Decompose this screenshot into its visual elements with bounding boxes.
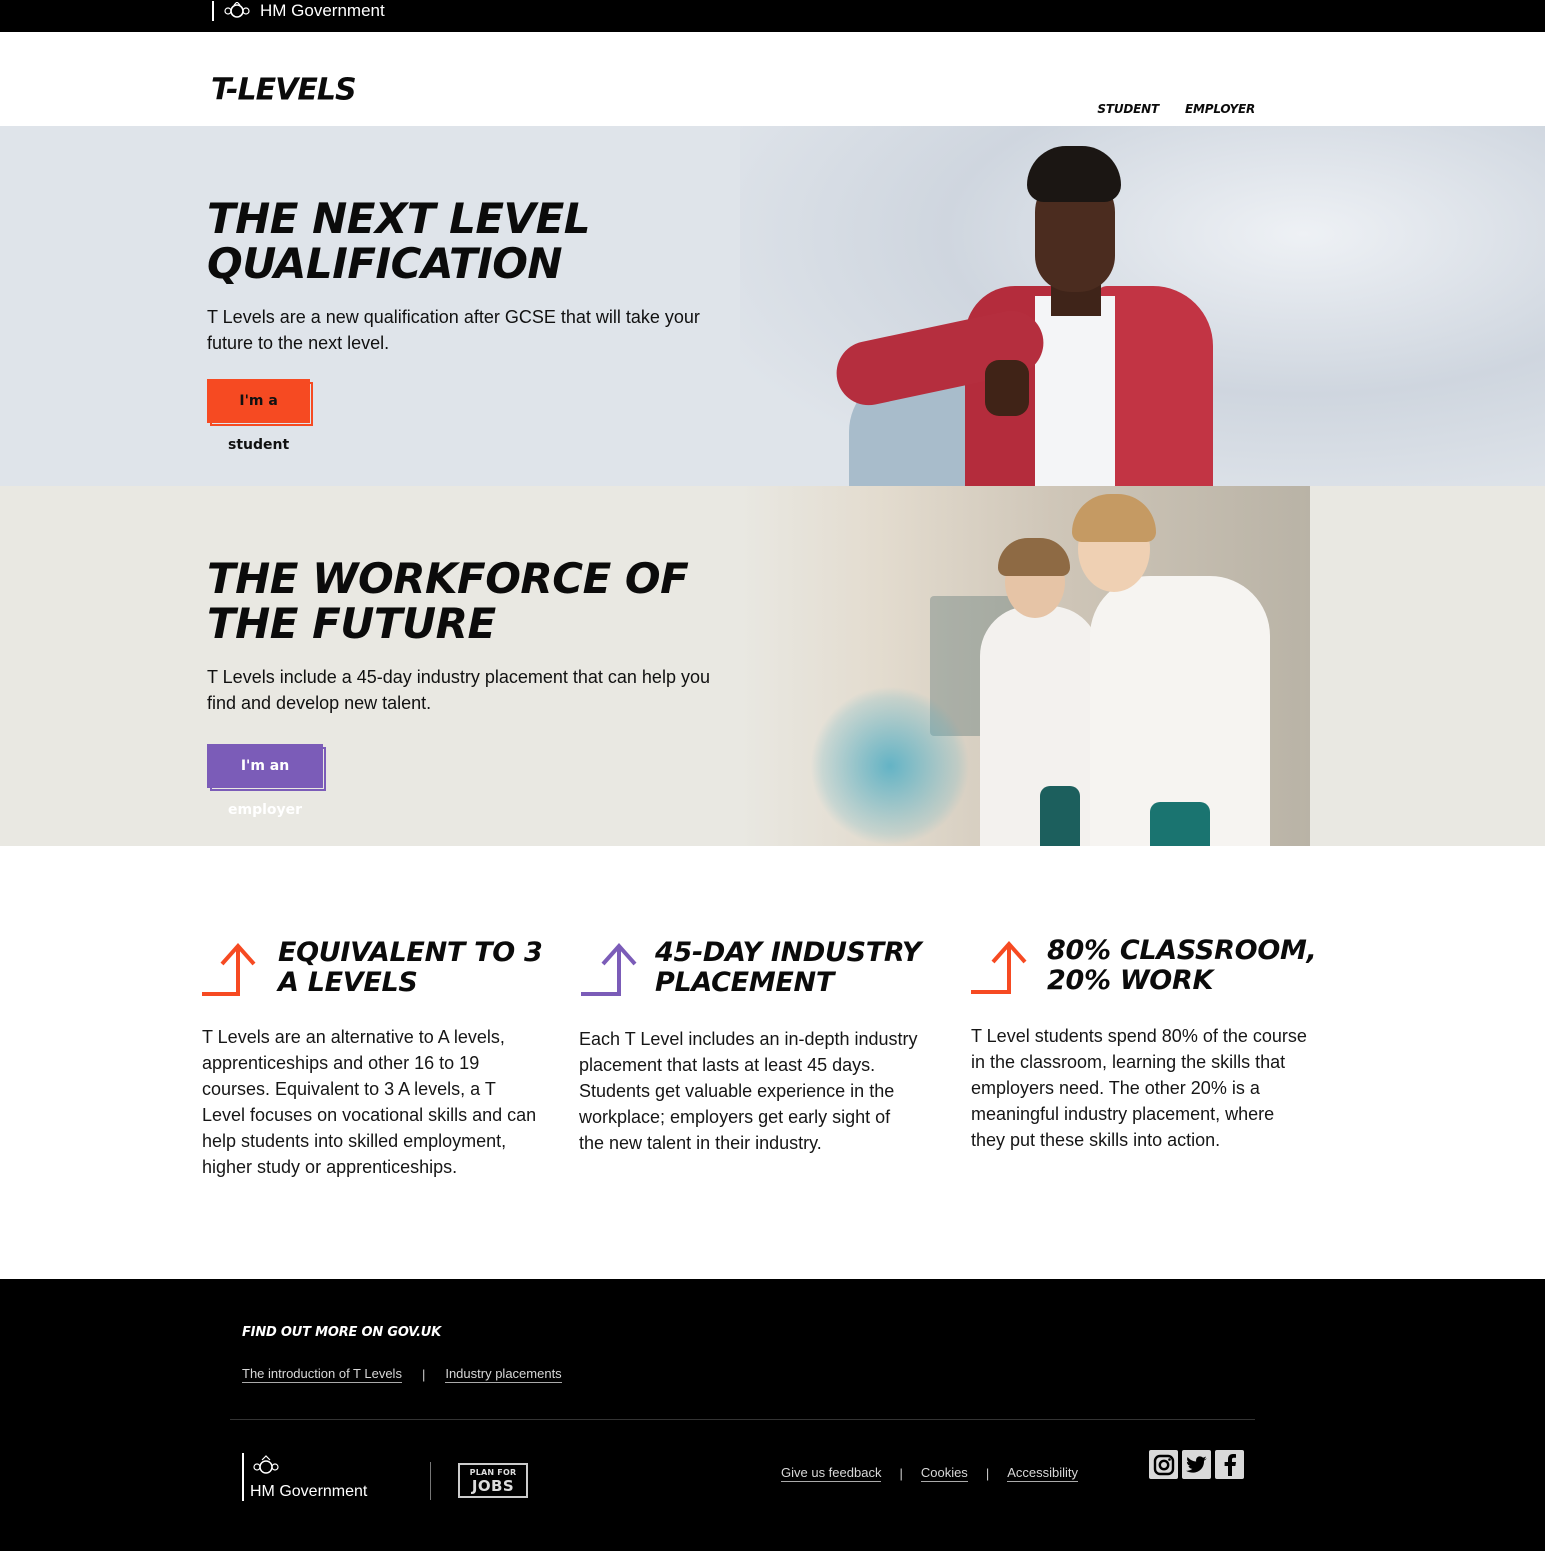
facebook-icon[interactable] <box>1215 1450 1244 1479</box>
link-cookies[interactable]: Cookies <box>920 1465 968 1482</box>
royal-crest-icon <box>224 1 250 18</box>
feature-title: EQUIVALENT TO 3 A LEVELS <box>278 937 543 998</box>
footer-title: FIND OUT MORE ON GOV.UK <box>242 1325 442 1340</box>
link-give-feedback[interactable]: Give us feedback <box>781 1465 882 1482</box>
t-levels-logo[interactable]: T-LEVELS <box>211 72 357 108</box>
arrow-up-icon <box>971 940 1027 994</box>
gov-bar: HM Government <box>0 0 1545 32</box>
site-footer: FIND OUT MORE ON GOV.UK The introduction… <box>0 1279 1545 1551</box>
hero-employer-heading: THE WORKFORCE OF THE FUTURE <box>207 554 689 648</box>
royal-crest-icon <box>253 1455 279 1474</box>
hero-student-heading: THE NEXT LEVEL QUALIFICATION <box>207 194 591 288</box>
photo-bottle <box>1150 802 1210 846</box>
hero-student: THE NEXT LEVEL QUALIFICATION T Levels ar… <box>0 126 1545 486</box>
hero-employer-copy: THE WORKFORCE OF THE FUTURE T Levels inc… <box>207 556 727 716</box>
arrow-up-icon <box>202 942 256 996</box>
site-header: T-LEVELS STUDENT EMPLOYER <box>0 32 1545 126</box>
feature-body: T Level students spend 80% of the course… <box>971 1026 1307 1150</box>
photo-hair-right <box>1072 494 1156 542</box>
logo-text: T-LEVELS <box>211 72 357 108</box>
nav-student[interactable]: STUDENT <box>1097 102 1159 116</box>
photo-bottle <box>1040 786 1080 846</box>
social-links <box>1149 1450 1244 1479</box>
link-separator: | <box>421 1367 426 1382</box>
photo-hair <box>1027 146 1121 202</box>
feature-body: Each T Level includes an in-depth indust… <box>579 1029 918 1153</box>
link-separator: | <box>985 1466 990 1481</box>
link-introduction-t-levels[interactable]: The introduction of T Levels <box>242 1366 402 1383</box>
footer-hm-government-logo[interactable]: HM Government <box>242 1453 382 1501</box>
student-cta-button[interactable]: I'm a student <box>207 379 314 453</box>
footer-logo-divider <box>430 1462 431 1500</box>
gov-bar-brand[interactable]: HM Government <box>212 0 385 21</box>
feature-title: 80% CLASSROOM, 20% WORK <box>1047 935 1317 996</box>
twitter-icon[interactable] <box>1182 1450 1211 1479</box>
instagram-icon[interactable] <box>1149 1450 1178 1479</box>
student-photo <box>830 126 1235 486</box>
feature-title: 45-DAY INDUSTRY PLACEMENT <box>655 937 922 998</box>
arrow-up-icon <box>581 942 637 996</box>
footer-legal-links: Give us feedback | Cookies | Accessibili… <box>781 1465 1078 1482</box>
pfj-bottom: JOBS <box>471 1477 515 1495</box>
photo-hair-left <box>998 538 1070 576</box>
main-nav: STUDENT EMPLOYER <box>1097 102 1255 116</box>
employer-cta-button[interactable]: I'm an employer <box>207 744 327 818</box>
hero-student-body: T Levels are a new qualification after G… <box>207 307 700 353</box>
nav-employer[interactable]: EMPLOYER <box>1185 102 1255 116</box>
photo-hand <box>985 360 1029 416</box>
photo-teal-blur <box>810 686 970 846</box>
features-section: EQUIVALENT TO 3 A LEVELS T Levels are an… <box>0 846 1545 1279</box>
gov-bar-rule <box>212 0 214 21</box>
employer-lab-photo <box>740 486 1310 846</box>
feature-body: T Levels are an alternative to A levels,… <box>202 1027 537 1177</box>
plan-for-jobs-logo[interactable]: PLAN FOR JOBS <box>458 1463 528 1498</box>
footer-govuk-links: The introduction of T Levels | Industry … <box>242 1366 562 1383</box>
link-accessibility[interactable]: Accessibility <box>1007 1465 1078 1482</box>
hero-employer-body: T Levels include a 45-day industry place… <box>207 667 710 713</box>
footer-divider <box>230 1419 1255 1420</box>
gov-bar-label: HM Government <box>260 0 385 20</box>
hero-student-copy: THE NEXT LEVEL QUALIFICATION T Levels ar… <box>207 196 727 356</box>
hero-employer: THE WORKFORCE OF THE FUTURE T Levels inc… <box>0 486 1545 846</box>
photo-tshirt <box>1035 296 1115 486</box>
link-separator: | <box>899 1466 903 1481</box>
footer-gov-label: HM Government <box>250 1483 368 1500</box>
link-industry-placements[interactable]: Industry placements <box>445 1366 562 1383</box>
